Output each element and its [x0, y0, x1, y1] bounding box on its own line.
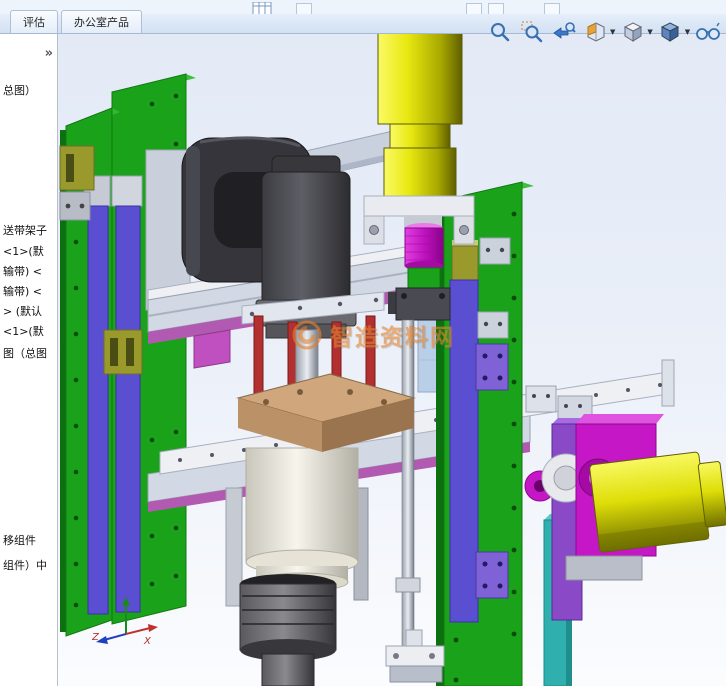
right-drive-assembly[interactable] — [525, 414, 726, 620]
right-yellow-motor[interactable] — [589, 449, 726, 552]
tab-evaluate[interactable]: 评估 — [10, 10, 58, 33]
feature-tree-item[interactable]: 输带) < — [3, 283, 42, 299]
triad-z-label: Z — [92, 632, 100, 643]
feature-tree-item[interactable]: 移组件 — [3, 532, 36, 548]
triad-x-label: X — [143, 636, 152, 647]
zoom-previous-icon — [552, 20, 576, 44]
watermark: 智造资料网 — [290, 318, 455, 352]
feature-tree-item[interactable]: <1>(默 — [3, 243, 44, 259]
feature-tree-item[interactable]: > (默认 — [3, 303, 42, 319]
panel-collapse-button[interactable]: » — [45, 46, 53, 61]
feature-tree-item[interactable]: 总图） — [3, 82, 36, 98]
magenta-carriage-block[interactable] — [194, 330, 230, 368]
orientation-triad: Z X — [92, 594, 162, 650]
tab-office-products[interactable]: 办公室产品 — [61, 10, 142, 33]
feature-tree-item[interactable]: <1>(默 — [3, 323, 44, 339]
view-orientation-icon — [621, 20, 645, 44]
toolbar-icon[interactable] — [296, 3, 312, 14]
rod-foot-bracket[interactable] — [386, 630, 444, 682]
feature-tree-panel: » 总图） 送带架子 <1>(默 输带) < 输带) < > (默认 <1>(默… — [0, 34, 58, 686]
watermark-text: 智造资料网 — [330, 318, 455, 352]
zoom-area-button[interactable] — [518, 18, 545, 45]
table-icon[interactable] — [252, 2, 272, 14]
glasses-icon — [695, 20, 721, 44]
dropdown-caret-icon[interactable]: ▼ — [610, 28, 615, 36]
feature-tree-item[interactable]: 送带架子 — [3, 222, 47, 238]
zoom-previous-button[interactable] — [550, 18, 577, 45]
feature-tree-item[interactable]: 图（总图 — [3, 345, 47, 361]
display-style-icon — [658, 20, 682, 44]
toolbar-icon[interactable] — [466, 3, 482, 14]
watermark-logo-icon — [290, 318, 324, 352]
dropdown-caret-icon[interactable]: ▼ — [685, 28, 690, 36]
feature-tree-item[interactable]: 输带) < — [3, 263, 42, 279]
zoom-fit-icon — [488, 20, 512, 44]
view-orientation-button[interactable] — [619, 18, 646, 45]
feature-tree-item[interactable]: 组件）中 — [3, 557, 47, 573]
zoom-area-icon — [520, 20, 544, 44]
dropdown-caret-icon[interactable]: ▼ — [647, 28, 652, 36]
headsup-view-toolbar: ▼ ▼ ▼ — [486, 18, 721, 45]
section-view-button[interactable] — [582, 18, 609, 45]
solidworks-window: 智造资料网 Z X 评估 办公室产品 » 总图） 送带架子 <1>(默 输带) — [0, 0, 726, 686]
hide-show-items-button[interactable] — [694, 18, 721, 45]
toolbar-icon[interactable] — [544, 3, 560, 14]
display-style-button[interactable] — [657, 18, 684, 45]
toolbar-icon[interactable] — [488, 3, 504, 14]
zoom-fit-button[interactable] — [486, 18, 513, 45]
section-view-icon — [584, 20, 608, 44]
chrome-guide-rod[interactable] — [396, 320, 420, 650]
